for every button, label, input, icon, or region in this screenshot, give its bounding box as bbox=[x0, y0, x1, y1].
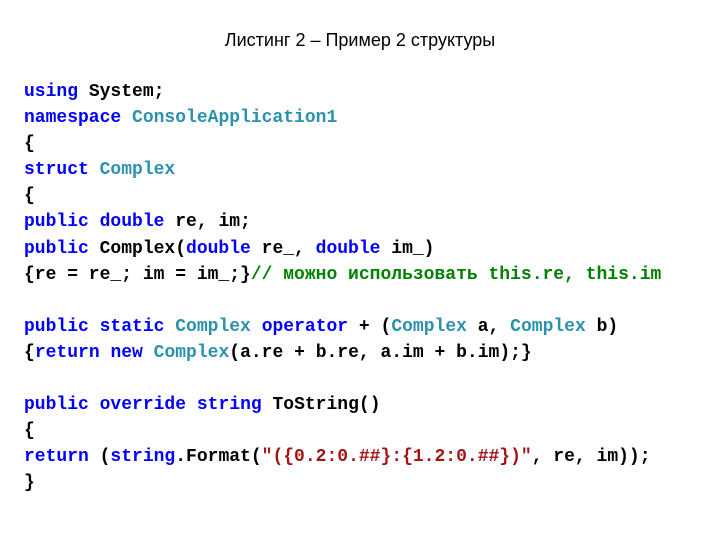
brace: } bbox=[24, 473, 35, 493]
code-text: {re = re_; im = im_;} bbox=[24, 265, 251, 285]
code-text bbox=[100, 343, 111, 363]
type-name: Complex bbox=[391, 317, 467, 337]
code-text: b) bbox=[586, 317, 618, 337]
code-text: im_) bbox=[380, 239, 434, 259]
keyword-double: double bbox=[316, 239, 381, 259]
keyword-public: public bbox=[24, 239, 89, 259]
listing-title: Листинг 2 – Пример 2 структуры bbox=[24, 30, 696, 51]
code-text: a, bbox=[467, 317, 510, 337]
code-text: + ( bbox=[348, 317, 391, 337]
code-text: System; bbox=[78, 82, 164, 102]
code-text bbox=[89, 317, 100, 337]
brace: { bbox=[24, 134, 35, 154]
keyword-public: public bbox=[24, 317, 89, 337]
type-name: Complex bbox=[510, 317, 586, 337]
keyword-namespace: namespace bbox=[24, 108, 121, 128]
keyword-static: static bbox=[100, 317, 165, 337]
code-text: ( bbox=[89, 447, 111, 467]
code-text bbox=[251, 317, 262, 337]
code-text bbox=[89, 212, 100, 232]
type-name: Complex bbox=[100, 160, 176, 180]
keyword-string: string bbox=[110, 447, 175, 467]
string-literal: "({0.2:0.##}:{1.2:0.##})" bbox=[262, 447, 532, 467]
brace: { bbox=[24, 421, 35, 441]
code-listing: using System; namespace ConsoleApplicati… bbox=[24, 79, 696, 497]
type-name: ConsoleApplication1 bbox=[132, 108, 337, 128]
code-text: (a.re + b.re, a.im + b.im);} bbox=[229, 343, 531, 363]
code-text bbox=[89, 395, 100, 415]
code-text: Complex( bbox=[89, 239, 186, 259]
brace: { bbox=[24, 186, 35, 206]
keyword-using: using bbox=[24, 82, 78, 102]
code-text: ToString() bbox=[262, 395, 381, 415]
keyword-override: override bbox=[100, 395, 186, 415]
code-text: , re, im)); bbox=[532, 447, 651, 467]
code-text bbox=[143, 343, 154, 363]
keyword-public: public bbox=[24, 395, 89, 415]
code-text: .Format( bbox=[175, 447, 261, 467]
type-name: Complex bbox=[154, 343, 230, 363]
keyword-double: double bbox=[186, 239, 251, 259]
code-text bbox=[164, 317, 175, 337]
keyword-string: string bbox=[197, 395, 262, 415]
code-text bbox=[121, 108, 132, 128]
keyword-double: double bbox=[100, 212, 165, 232]
keyword-struct: struct bbox=[24, 160, 89, 180]
code-text: re, im; bbox=[164, 212, 250, 232]
keyword-public: public bbox=[24, 212, 89, 232]
type-name: Complex bbox=[175, 317, 251, 337]
keyword-operator: operator bbox=[262, 317, 348, 337]
keyword-new: new bbox=[110, 343, 142, 363]
code-text: re_, bbox=[251, 239, 316, 259]
code-text: { bbox=[24, 343, 35, 363]
code-text bbox=[89, 160, 100, 180]
keyword-return: return bbox=[35, 343, 100, 363]
comment: // можно использовать this.re, this.im bbox=[251, 265, 661, 285]
keyword-return: return bbox=[24, 447, 89, 467]
code-text bbox=[186, 395, 197, 415]
